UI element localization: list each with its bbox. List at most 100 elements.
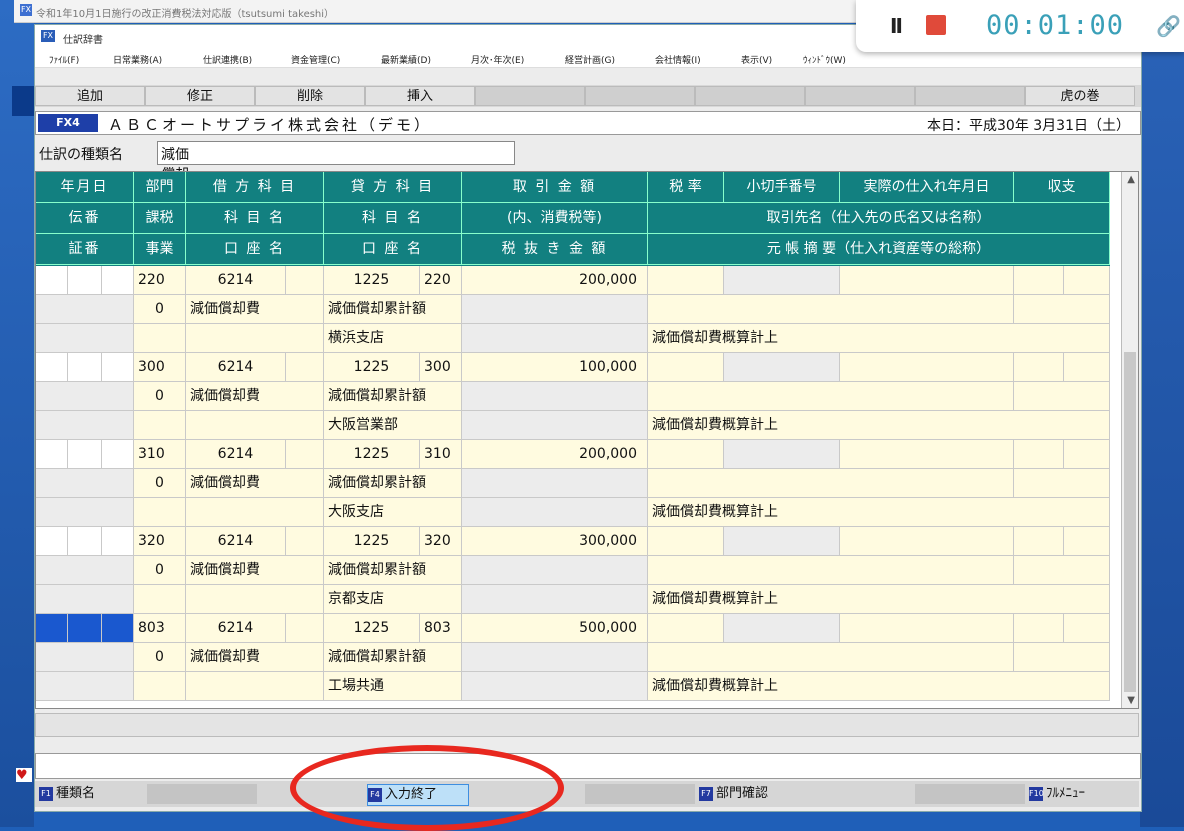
voucher-no-cell[interactable] [36,411,134,440]
insert-button[interactable]: 挿入 [365,86,475,106]
tora-no-maki-button[interactable]: 虎の巻 [1025,86,1135,106]
voucher-no-cell[interactable] [36,672,134,701]
link-icon[interactable]: 🔗 [1156,14,1181,38]
supplier-cell[interactable] [648,469,1014,498]
voucher-no-cell[interactable] [36,498,134,527]
supplier-extra-cell[interactable] [1014,643,1110,672]
check-number-cell[interactable] [724,614,840,643]
debit-code-cell[interactable]: 6214 [186,440,286,469]
credit-subaccount-cell[interactable]: 京都支店 [324,585,462,614]
net-amount-cell[interactable] [462,498,648,527]
supplier-extra-cell[interactable] [1014,295,1110,324]
tax-rate-cell[interactable] [648,614,724,643]
menu-funds[interactable]: 資金管理(C) [291,53,340,66]
voucher-no-cell[interactable] [36,585,134,614]
dept-cell[interactable]: 803 [134,614,186,643]
stop-icon[interactable] [926,15,946,35]
expense-cell[interactable] [1064,353,1110,382]
debit-code-cell[interactable]: 6214 [186,266,286,295]
menu-monthly[interactable]: 月次･年次(E) [471,53,524,66]
check-number-cell[interactable] [724,440,840,469]
income-cell[interactable] [1014,527,1064,556]
purchase-date-cell[interactable] [840,266,1014,295]
debit-name-cell[interactable]: 減価償却費 [186,469,324,498]
slip-no-cell[interactable] [36,556,134,585]
debit-code-cell[interactable]: 6214 [186,353,286,382]
expense-cell[interactable] [1064,527,1110,556]
purchase-date-cell[interactable] [840,527,1014,556]
credit-name-cell[interactable]: 減価償却累計額 [324,382,462,411]
menu-results[interactable]: 最新業績(D) [381,53,431,66]
journal-kind-input[interactable] [157,141,515,165]
check-number-cell[interactable] [724,266,840,295]
business-cell[interactable] [134,672,186,701]
scroll-down-icon[interactable]: ▼ [1127,695,1135,706]
net-amount-cell[interactable] [462,672,648,701]
expense-cell[interactable] [1064,266,1110,295]
tax-rate-cell[interactable] [648,353,724,382]
voucher-no-cell[interactable] [36,324,134,353]
debit-subaccount-cell[interactable] [186,324,324,353]
credit-code-cell[interactable]: 1225 [324,614,420,643]
income-cell[interactable] [1014,266,1064,295]
net-amount-cell[interactable] [462,585,648,614]
credit-name-cell[interactable]: 減価償却累計額 [324,556,462,585]
consumption-tax-cell[interactable] [462,382,648,411]
amount-cell[interactable]: 300,000 [462,527,648,556]
check-number-cell[interactable] [724,353,840,382]
business-cell[interactable] [134,585,186,614]
date-day-cell[interactable] [102,440,134,469]
slip-no-cell[interactable] [36,382,134,411]
credit-name-cell[interactable]: 減価償却累計額 [324,469,462,498]
check-number-cell[interactable] [724,527,840,556]
consumption-tax-cell[interactable] [462,556,648,585]
date-month-cell[interactable] [68,440,102,469]
input-line[interactable] [35,753,1141,779]
debit-subcode-cell[interactable] [286,353,324,382]
ledger-memo-cell[interactable]: 減価償却費概算計上 [648,411,1110,440]
amount-cell[interactable]: 200,000 [462,440,648,469]
ledger-memo-cell[interactable]: 減価償却費概算計上 [648,585,1110,614]
debit-subaccount-cell[interactable] [186,498,324,527]
supplier-extra-cell[interactable] [1014,556,1110,585]
credit-dept-cell[interactable]: 220 [420,266,462,295]
menu-journal-link[interactable]: 仕訳連携(B) [203,53,252,66]
ledger-memo-cell[interactable]: 減価償却費概算計上 [648,324,1110,353]
credit-name-cell[interactable]: 減価償却累計額 [324,295,462,324]
slip-no-cell[interactable] [36,295,134,324]
debit-subcode-cell[interactable] [286,266,324,295]
f7-dept-check-button[interactable]: F7 部門確認 [699,784,809,804]
credit-code-cell[interactable]: 1225 [324,353,420,382]
debit-subaccount-cell[interactable] [186,585,324,614]
net-amount-cell[interactable] [462,411,648,440]
date-day-cell[interactable] [102,527,134,556]
date-month-cell[interactable] [68,266,102,295]
taxable-cell[interactable]: 0 [134,295,186,324]
debit-code-cell[interactable]: 6214 [186,614,286,643]
tax-rate-cell[interactable] [648,527,724,556]
credit-code-cell[interactable]: 1225 [324,527,420,556]
supplier-cell[interactable] [648,556,1014,585]
scroll-thumb[interactable] [1124,352,1136,692]
dept-cell[interactable]: 310 [134,440,186,469]
taxable-cell[interactable]: 0 [134,556,186,585]
credit-dept-cell[interactable]: 300 [420,353,462,382]
date-month-cell[interactable] [68,614,102,643]
menu-company[interactable]: 会社情報(I) [655,53,701,66]
supplier-cell[interactable] [648,295,1014,324]
amount-cell[interactable]: 500,000 [462,614,648,643]
business-cell[interactable] [134,324,186,353]
credit-name-cell[interactable]: 減価償却累計額 [324,643,462,672]
menu-view[interactable]: 表示(V) [741,53,772,66]
vertical-scrollbar[interactable]: ▲ ▼ [1121,172,1138,708]
ledger-memo-cell[interactable]: 減価償却費概算計上 [648,498,1110,527]
menu-window[interactable]: ｳｨﾝﾄﾞｳ(W) [803,53,846,66]
expense-cell[interactable] [1064,614,1110,643]
income-cell[interactable] [1014,614,1064,643]
debit-name-cell[interactable]: 減価償却費 [186,643,324,672]
menu-plan[interactable]: 経営計画(G) [565,53,615,66]
dept-cell[interactable]: 220 [134,266,186,295]
debit-name-cell[interactable]: 減価償却費 [186,556,324,585]
f10-full-menu-button[interactable]: F10 ﾌﾙﾒﾆｭｰ [1029,784,1129,804]
purchase-date-cell[interactable] [840,353,1014,382]
